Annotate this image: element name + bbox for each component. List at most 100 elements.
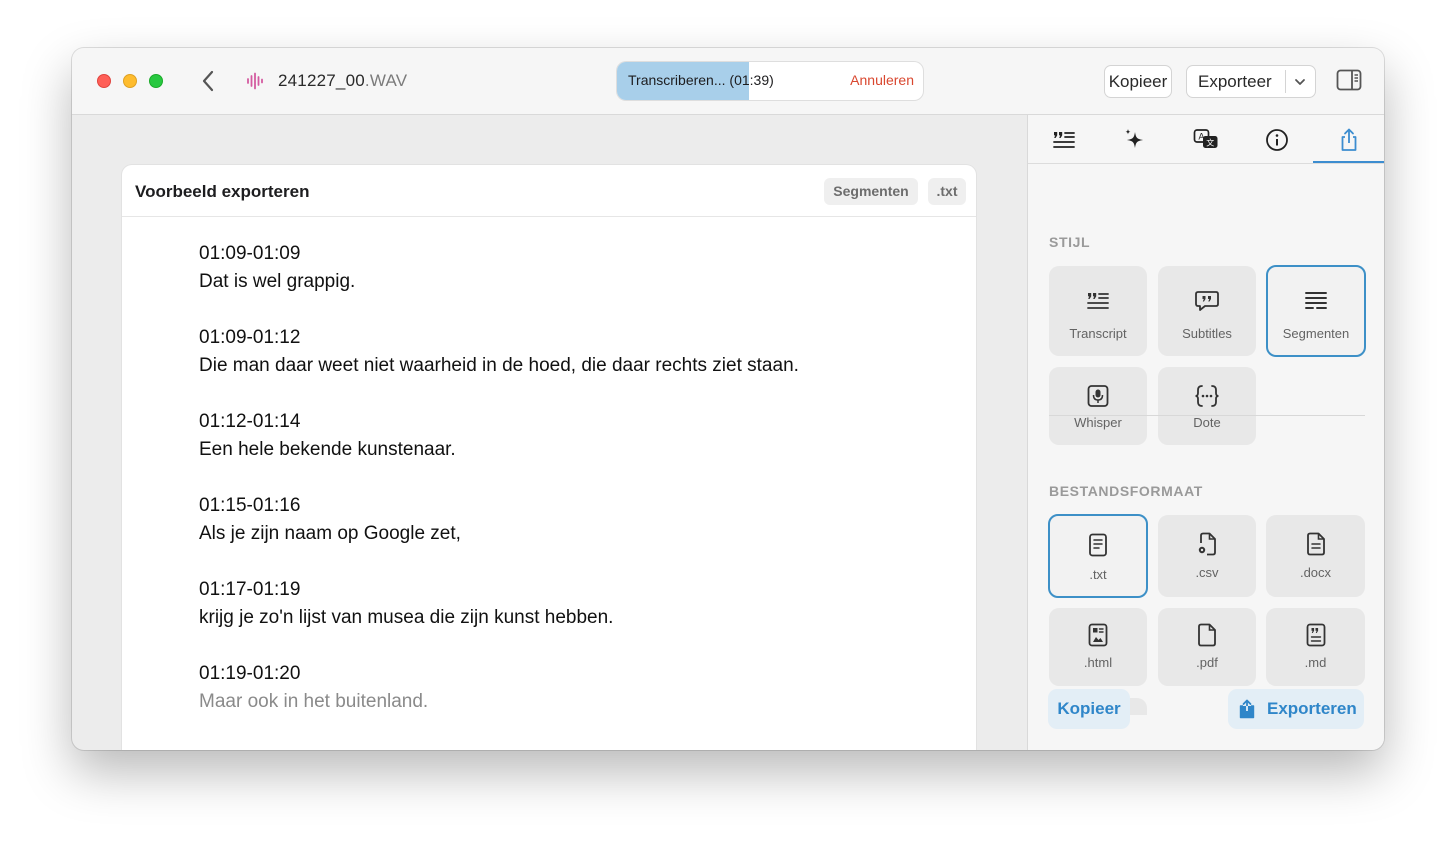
segment-text: Maar ook in het buitenland. xyxy=(199,691,429,712)
format-icon-wrap xyxy=(1050,532,1146,558)
preview-header: Voorbeeld exporteren Segmenten .txt xyxy=(122,165,976,217)
zoom-window-button[interactable] xyxy=(149,74,163,88)
segment-text: Dat is wel grappig. xyxy=(199,271,356,292)
panel-copy-button[interactable]: Kopieer xyxy=(1048,689,1130,729)
csv-doc-icon xyxy=(1198,532,1216,556)
minimize-window-button[interactable] xyxy=(123,74,137,88)
format-tile-label: .pdf xyxy=(1196,655,1218,670)
panel-export-label: Exporteren xyxy=(1267,699,1357,718)
segment-list: 01:09-01:09 Dat is wel grappig. 01:09-01… xyxy=(199,240,799,744)
share-icon xyxy=(1341,128,1357,151)
format-tile-pdf[interactable]: .pdf xyxy=(1158,608,1256,686)
format-chip: .txt xyxy=(928,178,966,205)
format-tile-label: .txt xyxy=(1089,567,1107,582)
svg-text:文: 文 xyxy=(1206,138,1214,148)
docx-doc-icon xyxy=(1306,532,1325,556)
titlebar: 241227_00.WAV Transcriberen... (01:39) A… xyxy=(72,48,1384,115)
tab-ai[interactable] xyxy=(1099,115,1170,163)
style-tile-label: Transcript xyxy=(1069,326,1127,341)
format-icon-wrap xyxy=(1266,622,1365,648)
format-icon-wrap xyxy=(1266,531,1365,557)
segment-item: 01:12-01:14 Een hele bekende kunstenaar. xyxy=(199,408,799,464)
style-tile-segmenten[interactable]: Segmenten xyxy=(1266,265,1366,357)
export-menu-button[interactable]: Exporteer xyxy=(1186,65,1316,98)
style-tile-label: Segmenten xyxy=(1282,326,1350,341)
waveform-icon xyxy=(247,72,263,90)
style-section-label: STIJL xyxy=(1049,234,1091,250)
segments-icon xyxy=(1305,292,1327,309)
quote-lines-icon xyxy=(1053,132,1075,148)
format-tile-docx[interactable]: .docx xyxy=(1266,515,1365,597)
format-tile-label: .csv xyxy=(1195,565,1219,580)
segment-time: 01:19-01:20 xyxy=(199,663,301,684)
segment-item: 01:09-01:09 Dat is wel grappig. xyxy=(199,240,799,296)
style-tile-dote[interactable]: Dote xyxy=(1158,367,1256,445)
style-icon-wrap xyxy=(1268,288,1364,314)
sparkles-icon xyxy=(1125,129,1143,148)
format-icon-wrap xyxy=(1158,531,1256,557)
tab-info[interactable] xyxy=(1241,115,1312,163)
file-name-base: 241227_00 xyxy=(278,71,365,90)
format-tile-label: .md xyxy=(1304,655,1327,670)
tab-translate[interactable]: A 文 xyxy=(1170,115,1241,163)
format-tile-txt[interactable]: .txt xyxy=(1048,514,1148,598)
sidebar-toggle-icon[interactable] xyxy=(1336,69,1362,91)
file-extension: .WAV xyxy=(364,71,408,90)
style-tile-label: Dote xyxy=(1193,415,1221,430)
microphone-icon xyxy=(1087,385,1109,407)
segment-item: 01:15-01:16 Als je zijn naam op Google z… xyxy=(199,492,799,548)
style-tile-label: Subtitles xyxy=(1182,326,1232,341)
tab-export[interactable] xyxy=(1313,115,1384,163)
share-icon xyxy=(1239,699,1255,719)
export-button-separator xyxy=(1285,70,1286,93)
back-chevron-icon[interactable] xyxy=(198,68,220,94)
style-tile-label: Whisper xyxy=(1074,415,1122,430)
style-icon-wrap xyxy=(1158,288,1256,314)
export-panel: A 文 STIJL Transcript Subtitles Segmenten… xyxy=(1027,115,1384,750)
format-section-label: BESTANDSFORMAAT xyxy=(1049,483,1203,499)
segment-item: 01:17-01:19 krijg je zo'n lijst van muse… xyxy=(199,576,799,632)
segment-item: 01:09-01:12 Die man daar weet niet waarh… xyxy=(199,324,799,380)
cancel-button[interactable]: Annuleren xyxy=(850,72,914,88)
style-tile-whisper[interactable]: Whisper xyxy=(1049,367,1147,445)
panel-export-button[interactable]: Exporteren xyxy=(1228,689,1364,729)
braces-icon xyxy=(1195,385,1219,407)
format-tile-csv[interactable]: .csv xyxy=(1158,515,1256,597)
panel-tab-bar: A 文 xyxy=(1028,115,1384,164)
segment-text: krijg je zo'n lijst van musea die zijn k… xyxy=(199,607,614,628)
format-tile-html[interactable]: .html xyxy=(1049,608,1147,686)
format-icon-wrap xyxy=(1158,622,1256,648)
style-tile-transcript[interactable]: Transcript xyxy=(1049,266,1147,356)
chevron-down-icon[interactable] xyxy=(1292,75,1308,89)
segment-text: Als je zijn naam op Google zet, xyxy=(199,523,461,544)
transcription-progress: Transcriberen... (01:39) Annuleren xyxy=(617,62,923,100)
translate-icon: A 文 xyxy=(1193,129,1218,148)
close-window-button[interactable] xyxy=(97,74,111,88)
section-divider xyxy=(1049,415,1365,416)
segment-text: Een hele bekende kunstenaar. xyxy=(199,439,456,460)
format-icon-wrap xyxy=(1049,622,1147,648)
md-doc-icon xyxy=(1306,623,1325,647)
app-window: 241227_00.WAV Transcriberen... (01:39) A… xyxy=(72,48,1384,750)
segment-time: 01:12-01:14 xyxy=(199,411,301,432)
copy-button[interactable]: Kopieer xyxy=(1104,65,1172,98)
segment-text: Die man daar weet niet waarheid in de ho… xyxy=(199,355,799,376)
quote-lines-icon xyxy=(1087,293,1109,309)
style-chip: Segmenten xyxy=(824,178,918,205)
format-tile-label: .html xyxy=(1083,655,1113,670)
style-tile-subtitles[interactable]: Subtitles xyxy=(1158,266,1256,356)
style-icon-wrap xyxy=(1049,288,1147,314)
tab-transcript[interactable] xyxy=(1028,115,1099,163)
info-icon xyxy=(1266,129,1288,151)
format-tile-label: .docx xyxy=(1299,565,1332,580)
progress-text: Transcriberen... (01:39) xyxy=(628,72,774,88)
segment-item: 01:19-01:20 Maar ook in het buitenland. xyxy=(199,660,799,716)
style-icon-wrap xyxy=(1049,383,1147,409)
speech-bubble-icon xyxy=(1195,291,1219,311)
style-icon-wrap xyxy=(1158,383,1256,409)
export-preview-card: Voorbeeld exporteren Segmenten .txt 01:0… xyxy=(122,165,976,750)
format-tile-md[interactable]: .md xyxy=(1266,608,1365,686)
segment-time: 01:15-01:16 xyxy=(199,495,301,516)
html-doc-icon xyxy=(1088,623,1108,647)
file-name: 241227_00.WAV xyxy=(278,71,407,91)
